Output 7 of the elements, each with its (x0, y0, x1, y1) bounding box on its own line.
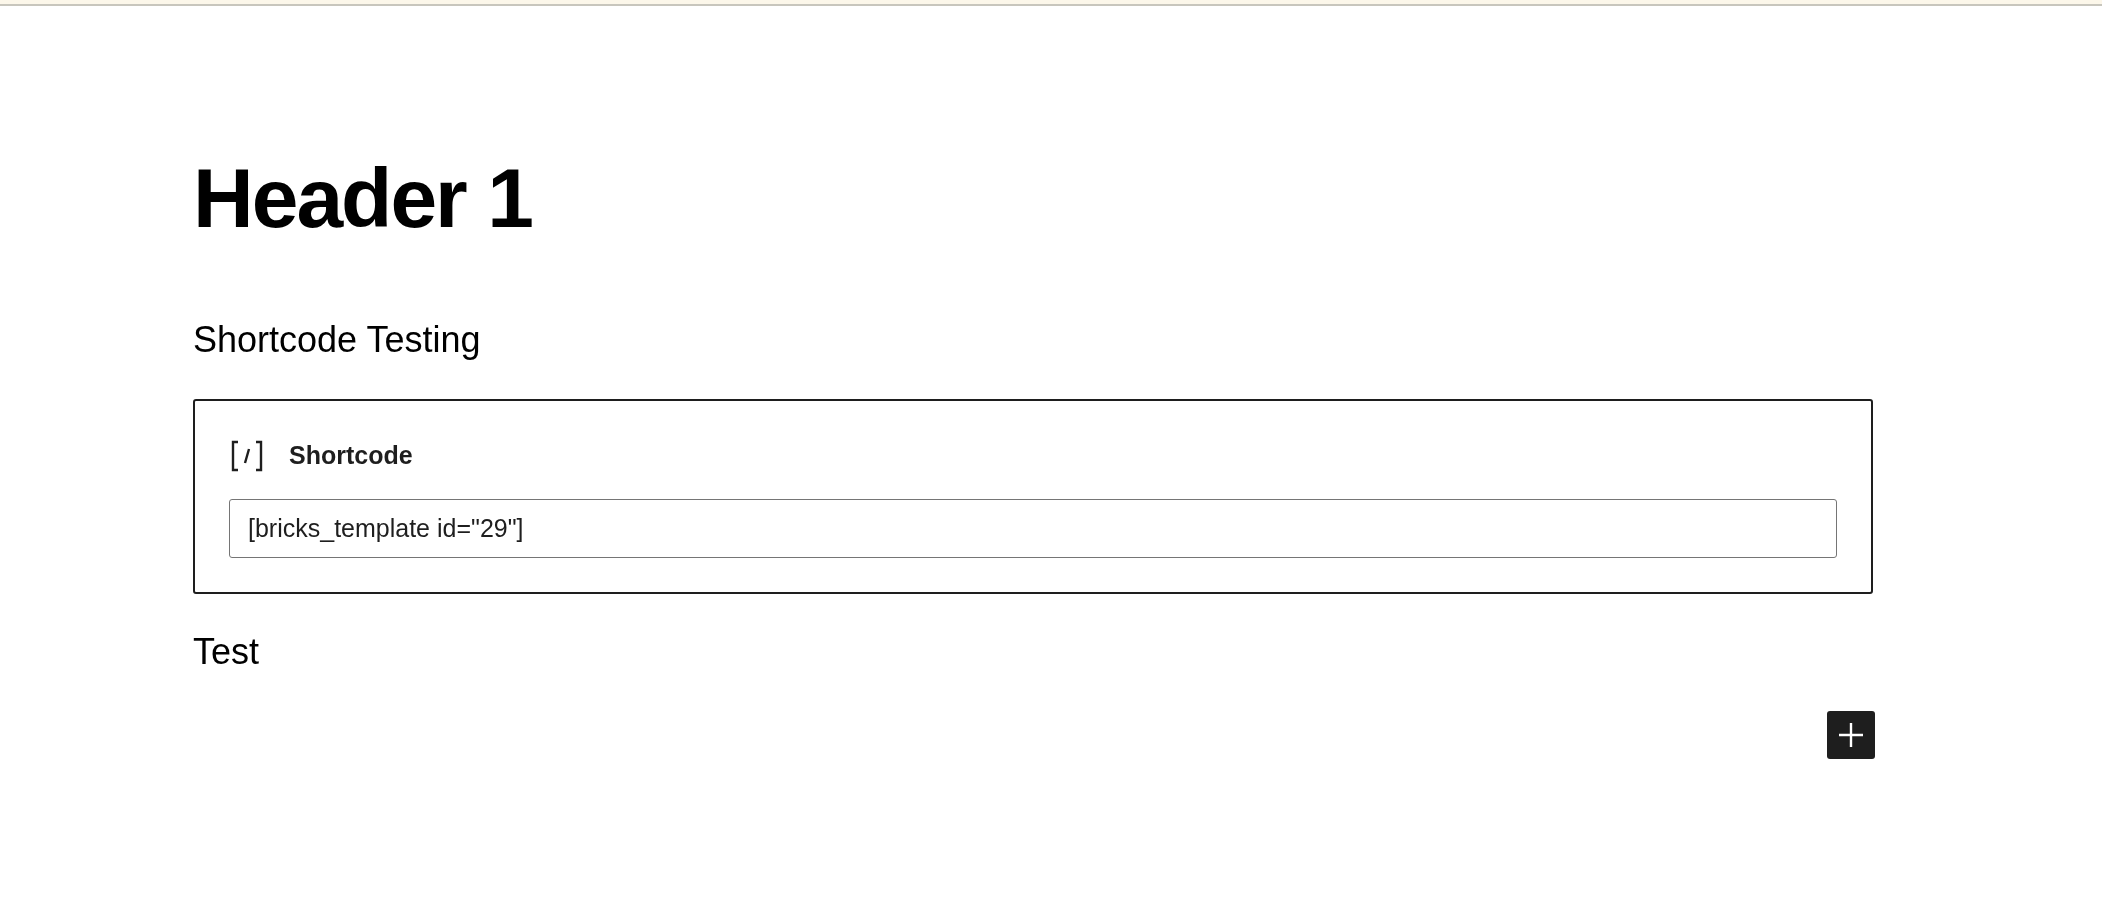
page-heading: Header 1 (193, 156, 533, 240)
paragraph: Test (193, 630, 261, 674)
shortcode-input[interactable]: [bricks_template id="29"] (229, 498, 1837, 559)
add-block-button[interactable] (1827, 711, 1875, 760)
block-label: Shortcode (289, 440, 413, 472)
paragraph: Shortcode Testing (193, 318, 482, 362)
plus-icon (1838, 722, 1864, 749)
